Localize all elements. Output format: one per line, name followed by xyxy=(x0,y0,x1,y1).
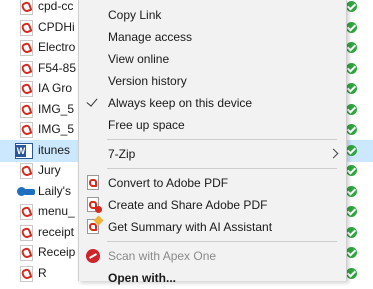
menu-separator xyxy=(107,139,337,140)
chevron-right-icon xyxy=(328,148,339,159)
file-name: IMG_5 xyxy=(38,122,75,136)
menu-item-view-online[interactable]: View online xyxy=(79,48,346,70)
menu-item-7zip[interactable]: 7-Zip xyxy=(79,143,346,165)
file-name: Receip xyxy=(38,245,76,259)
app-icon xyxy=(17,186,35,198)
sync-status-icon xyxy=(346,186,357,197)
sync-status-icon xyxy=(346,247,357,258)
pdf-file-icon xyxy=(20,40,33,56)
menu-label: Get Summary with AI Assistant xyxy=(108,220,273,234)
sync-status-icon xyxy=(346,165,357,176)
file-name: IMG_5 xyxy=(38,102,75,116)
sync-status-icon xyxy=(346,124,357,135)
pdf-file-icon xyxy=(20,266,33,282)
checkmark-icon xyxy=(86,95,98,107)
sync-status-icon xyxy=(346,83,357,94)
sync-status-icon xyxy=(346,104,357,115)
menu-item-create-share-pdf[interactable]: Create and Share Adobe PDF xyxy=(79,194,346,216)
pdf-file-icon xyxy=(20,225,33,241)
pdf-file-icon xyxy=(20,0,33,15)
pdf-file-icon xyxy=(20,81,33,97)
sync-status-icon xyxy=(346,42,357,53)
menu-label: Convert to Adobe PDF xyxy=(108,176,229,190)
menu-item-always-keep[interactable]: Always keep on this device xyxy=(79,92,346,114)
menu-label: Copy Link xyxy=(108,8,162,22)
menu-item-open-with[interactable]: Open with... xyxy=(79,267,346,289)
pdf-file-icon xyxy=(20,122,33,138)
sync-status-icon xyxy=(346,227,357,238)
sync-status-icon xyxy=(346,1,357,12)
ai-assistant-icon xyxy=(87,219,99,234)
adobe-share-icon xyxy=(87,197,102,213)
menu-label: Always keep on this device xyxy=(108,96,253,110)
sync-status-icon xyxy=(346,63,357,74)
menu-label: View online xyxy=(108,52,170,66)
file-name: itunes xyxy=(38,143,71,157)
pdf-file-icon xyxy=(20,61,33,77)
file-name: IA Gro xyxy=(38,81,73,95)
menu-label: Version history xyxy=(108,74,187,88)
menu-item-manage-access[interactable]: Manage access xyxy=(79,26,346,48)
apex-one-icon xyxy=(86,249,100,263)
pdf-file-icon xyxy=(20,204,33,220)
file-name: F54-85 xyxy=(38,61,77,75)
adobe-pdf-icon xyxy=(87,175,99,190)
menu-label: Free up space xyxy=(108,118,185,132)
word-document-icon xyxy=(15,143,33,159)
menu-separator xyxy=(107,241,337,242)
menu-item-ai-summary[interactable]: Get Summary with AI Assistant xyxy=(79,216,346,238)
file-name: CPDHi xyxy=(38,20,75,34)
file-name: Jury xyxy=(38,163,61,177)
menu-item-convert-pdf[interactable]: Convert to Adobe PDF xyxy=(79,172,346,194)
context-menu: Copy Link Manage access View online Vers… xyxy=(78,0,347,285)
file-name: menu_ xyxy=(38,204,75,218)
file-name: receipt xyxy=(38,225,75,239)
menu-label: 7-Zip xyxy=(108,147,136,161)
menu-separator xyxy=(107,168,337,169)
file-name: Electro xyxy=(38,40,76,54)
menu-label: Open with... xyxy=(108,271,176,285)
sync-status-icon xyxy=(346,206,357,217)
sync-status-icon xyxy=(346,145,357,156)
pdf-file-icon xyxy=(20,20,33,36)
sync-status-icon xyxy=(346,22,357,33)
menu-item-free-up-space[interactable]: Free up space xyxy=(79,114,346,136)
file-name: Laily's xyxy=(38,184,71,198)
pdf-file-icon xyxy=(20,163,33,179)
menu-item-copy-link[interactable]: Copy Link xyxy=(79,4,346,26)
menu-label: Create and Share Adobe PDF xyxy=(108,198,268,212)
menu-item-version-history[interactable]: Version history xyxy=(79,70,346,92)
menu-label: Manage access xyxy=(108,30,193,44)
pdf-file-icon xyxy=(20,245,33,261)
file-name: R xyxy=(38,266,47,280)
menu-item-scan-apex: Scan with Apex One xyxy=(79,245,346,267)
menu-label: Scan with Apex One xyxy=(108,249,217,263)
sync-status-icon xyxy=(346,268,357,279)
file-name: cpd-cc xyxy=(38,0,74,13)
pdf-file-icon xyxy=(20,102,33,118)
